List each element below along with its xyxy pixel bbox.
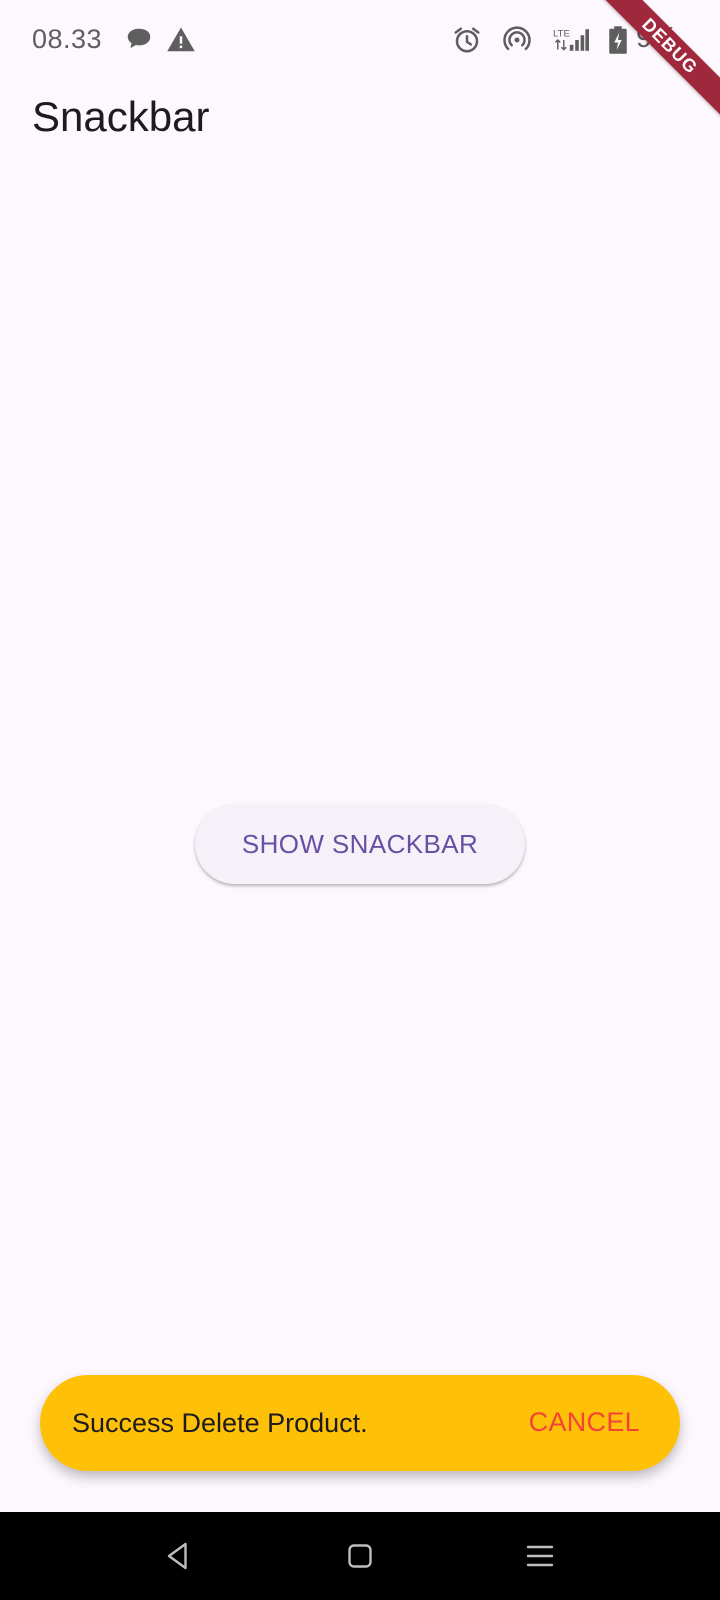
warning-icon	[167, 27, 195, 52]
lte-signal-icon: LTE	[553, 28, 589, 51]
svg-text:LTE: LTE	[553, 28, 570, 39]
recents-icon[interactable]	[522, 1538, 558, 1574]
show-snackbar-button[interactable]: SHOW SNACKBAR	[195, 804, 525, 884]
home-icon[interactable]	[342, 1538, 378, 1574]
alarm-icon	[454, 27, 480, 53]
snackbar: Success Delete Product. CANCEL	[40, 1375, 680, 1471]
hotspot-icon	[503, 26, 531, 51]
snackbar-message: Success Delete Product.	[72, 1408, 368, 1438]
navigation-bar	[0, 1512, 720, 1600]
snackbar-cancel-button[interactable]: CANCEL	[529, 1407, 640, 1438]
battery-percent: 9%	[636, 22, 678, 54]
back-icon[interactable]	[160, 1538, 196, 1574]
status-bar: 08.33 LTE 9%	[0, 0, 720, 82]
page-title: Snackbar	[32, 93, 210, 140]
chat-bubble-icon	[127, 28, 151, 49]
status-time: 08.33	[32, 24, 103, 54]
battery-charging-icon	[609, 26, 627, 54]
